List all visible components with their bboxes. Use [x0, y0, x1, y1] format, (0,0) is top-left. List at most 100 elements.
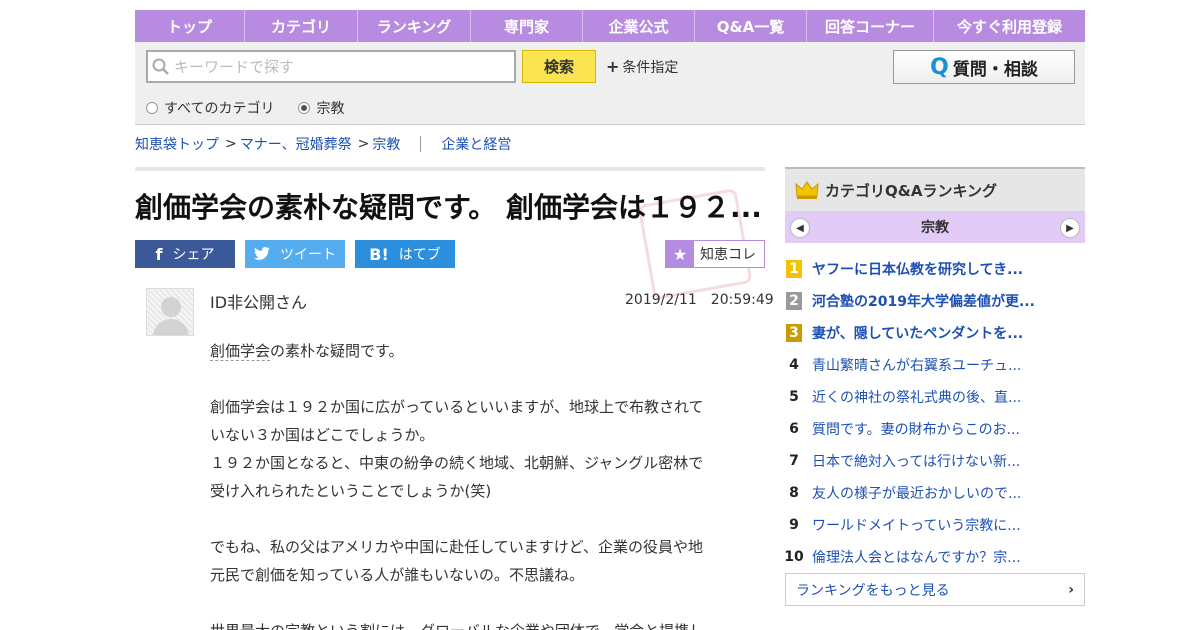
ranking-item[interactable]: 3 妻が、隠していたペンダントを...	[785, 317, 1085, 349]
ranking-item[interactable]: 9 ワールドメイトっていう宗教に...	[785, 509, 1085, 541]
body-line: 元民で創価を知っている人が誰もいないの。不思議ね。	[210, 566, 584, 584]
twitter-icon	[254, 245, 270, 264]
breadcrumb-business[interactable]: 企業と経営	[441, 134, 511, 154]
ranking-item[interactable]: 1 ヤフーに日本仏教を研究してき...	[785, 253, 1085, 285]
rank-number: 5	[789, 389, 799, 405]
ranking-item[interactable]: 7 日本で絶対入っては行けない新...	[785, 445, 1085, 477]
rank-number: 6	[789, 421, 799, 437]
nav-qa-list[interactable]: Q&A一覧	[695, 10, 807, 42]
radio-on-icon	[298, 102, 311, 114]
nav-answer-corner[interactable]: 回答コーナー	[807, 10, 934, 42]
ranking-item[interactable]: 6 質問です。妻の財布からこのお...	[785, 413, 1085, 445]
nav-official[interactable]: 企業公式	[583, 10, 695, 42]
radio-off-icon	[146, 102, 158, 114]
rank-number: 3	[786, 324, 802, 342]
ranking-item[interactable]: 4 青山繁晴さんが右翼系ユーチュ...	[785, 349, 1085, 381]
body-line: いない３か国はどこでしょうか。	[210, 426, 435, 444]
crown-icon	[795, 181, 819, 199]
question-body: 創価学会の素朴な疑問です。 創価学会は１９２か国に広がっているといいますが、地球…	[210, 337, 755, 630]
nav-category[interactable]: カテゴリ	[245, 10, 358, 42]
rank-number: 8	[789, 485, 799, 501]
share-tw-label: ツイート	[280, 247, 336, 263]
more-ranking-label: ランキングをもっと見る	[796, 582, 950, 599]
search-box	[146, 50, 516, 83]
ranking-item[interactable]: 2 河合塾の2019年大学偏差値が更...	[785, 285, 1085, 317]
keyword-link[interactable]: 創価学会	[210, 342, 271, 361]
rank-link[interactable]: ヤフーに日本仏教を研究してき...	[812, 259, 1023, 279]
share-hatena-button[interactable]: B! はてブ	[355, 240, 455, 268]
rank-number: 2	[786, 292, 802, 310]
ranking-item[interactable]: 5 近くの神社の祭礼式典の後、直...	[785, 381, 1085, 413]
body-line: の素朴な疑問です。	[270, 342, 404, 360]
ranking-category-bar: ◀ 宗教 ▶	[785, 211, 1085, 243]
rank-link[interactable]: 妻が、隠していたペンダントを...	[812, 323, 1023, 343]
breadcrumb-religion[interactable]: 宗教	[372, 134, 400, 154]
next-arrow-icon[interactable]: ▶	[1060, 218, 1080, 238]
breadcrumb-divider	[420, 136, 422, 152]
page: トップ カテゴリ ランキング 専門家 企業公式 Q&A一覧 回答コーナー 今すぐ…	[0, 0, 1200, 630]
rank-link[interactable]: 河合塾の2019年大学偏差値が更...	[812, 291, 1035, 311]
breadcrumb: 知恵袋トップ > マナー、冠婚葬祭 > 宗教 企業と経営	[135, 134, 511, 154]
ranking-item[interactable]: 10 倫理法人会とはなんですか？宗...	[784, 541, 1085, 573]
search-input[interactable]	[174, 57, 504, 76]
body-line: 世界最大の宗教という割には、グローバルな企業や団体で、学会と提携し	[210, 617, 755, 630]
breadcrumb-separator: >	[357, 136, 370, 152]
share-twitter-button[interactable]: ツイート	[245, 240, 345, 268]
breadcrumb-manners[interactable]: マナー、冠婚葬祭	[240, 134, 352, 154]
rank-number: 7	[789, 453, 799, 469]
share-fb-label: シェア	[172, 247, 215, 263]
rank-link[interactable]: 質問です。妻の財布からこのお...	[812, 419, 1020, 439]
body-line: 創価学会は１９２か国に広がっているといいますが、地球上で布教されて	[210, 398, 704, 416]
nav-experts[interactable]: 専門家	[471, 10, 583, 42]
radio-all-label: すべてのカテゴリ	[164, 101, 275, 117]
rank-link[interactable]: 倫理法人会とはなんですか？宗...	[812, 547, 1021, 567]
ranking-list: 1 ヤフーに日本仏教を研究してき... 2 河合塾の2019年大学偏差値が更... …	[784, 253, 1085, 573]
body-line: １９２か国となると、中東の紛争の続く地域、北朝鮮、ジャングル密林で	[210, 454, 704, 472]
rank-number: 9	[789, 517, 799, 533]
rank-link[interactable]: 近くの神社の祭礼式典の後、直...	[812, 387, 1021, 407]
breadcrumb-home[interactable]: 知恵袋トップ	[135, 134, 219, 154]
more-ranking-button[interactable]: ランキングをもっと見る ›	[785, 573, 1085, 606]
content-divider	[135, 167, 765, 171]
radio-current-label: 宗教	[316, 101, 345, 117]
condition-label: 条件指定	[622, 60, 679, 76]
rank-link[interactable]: 青山繁晴さんが右翼系ユーチュ...	[812, 355, 1021, 375]
chiekore-button[interactable]: ★ 知恵コレ	[665, 240, 765, 268]
radio-all-categories[interactable]: すべてのカテゴリ	[146, 98, 274, 118]
ranking-category: 宗教	[921, 220, 949, 236]
rank-link[interactable]: 日本で絶対入っては行けない新...	[812, 451, 1020, 471]
facebook-icon: f	[155, 244, 163, 264]
nav-top[interactable]: トップ	[135, 10, 245, 42]
rank-number: 10	[784, 549, 804, 565]
nav-ranking[interactable]: ランキング	[358, 10, 471, 42]
prev-arrow-icon[interactable]: ◀	[790, 218, 810, 238]
avatar	[146, 288, 194, 336]
star-icon: ★	[666, 241, 694, 267]
ask-question-button[interactable]: Q 質問・相談	[893, 50, 1075, 84]
ranking-item[interactable]: 8 友人の様子が最近おかしいので...	[785, 477, 1085, 509]
question-title: 創価学会の素朴な疑問です。 創価学会は１９２...	[135, 191, 762, 224]
rank-number: 1	[786, 260, 802, 278]
search-area: 検索 +条件指定 すべてのカテゴリ 宗教 Q 質問・相談	[135, 42, 1085, 125]
ranking-title: カテゴリQ&Aランキング	[825, 181, 997, 200]
radio-current-category[interactable]: 宗教	[298, 98, 344, 118]
share-hb-label: はてブ	[398, 247, 441, 263]
rank-link[interactable]: ワールドメイトっていう宗教に...	[812, 515, 1021, 535]
top-nav: トップ カテゴリ ランキング 専門家 企業公式 Q&A一覧 回答コーナー 今すぐ…	[135, 10, 1085, 42]
ranking-header: カテゴリQ&Aランキング	[785, 167, 1085, 211]
ask-label: 質問・相談	[952, 59, 1038, 80]
condition-link[interactable]: + 条件指定	[606, 57, 678, 77]
chiekore-label: 知恵コレ	[700, 247, 756, 263]
search-icon	[148, 58, 174, 76]
plus-icon: +	[606, 57, 620, 76]
nav-register[interactable]: 今すぐ利用登録	[934, 10, 1085, 42]
author-name: ID非公開さん	[210, 293, 308, 312]
rank-link[interactable]: 友人の様子が最近おかしいので...	[812, 483, 1021, 503]
rank-number: 4	[789, 357, 799, 373]
post-date: 2019/2/11 20:59:49	[625, 292, 774, 308]
chevron-right-icon: ›	[1068, 581, 1074, 598]
share-facebook-button[interactable]: f シェア	[135, 240, 235, 268]
body-line: 受け入れられたということでしょうか(笑)	[210, 482, 492, 500]
search-button[interactable]: 検索	[522, 50, 596, 83]
hatena-icon: B!	[369, 244, 389, 264]
